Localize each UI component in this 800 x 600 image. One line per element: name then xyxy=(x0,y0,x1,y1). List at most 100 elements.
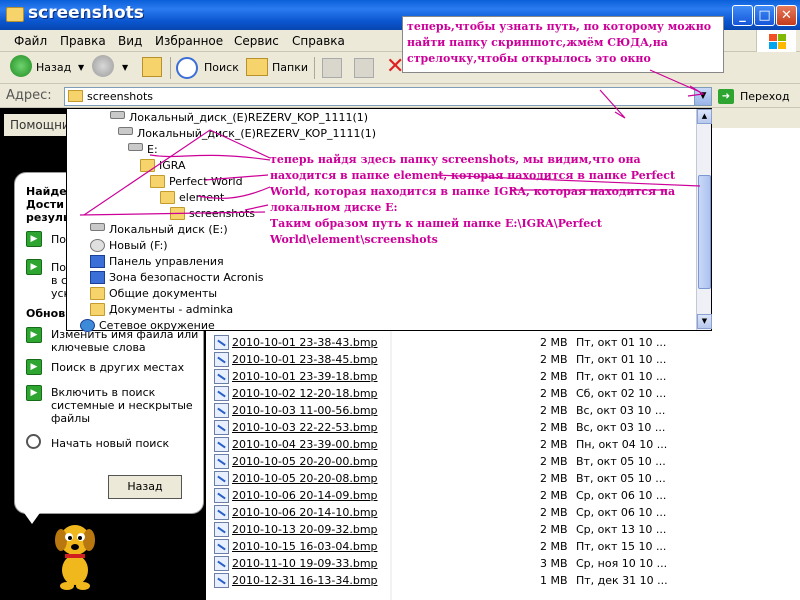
search-dog-icon[interactable] xyxy=(52,518,98,590)
folders-button[interactable]: Папки xyxy=(272,56,308,80)
file-row[interactable]: 2010-10-05 20-20-00.bmp 2 МВ Вт, окт 05 10… xyxy=(214,453,774,470)
file-name[interactable]: 2010-10-13 20-09-32.bmp xyxy=(232,523,378,536)
folder-icon xyxy=(6,7,24,22)
new-search-link[interactable]: Начать новый поиск xyxy=(51,437,169,450)
scroll-down-icon[interactable]: ▼ xyxy=(697,314,712,329)
dropdown-scrollbar[interactable]: ▲ ▼ xyxy=(696,109,712,330)
file-name[interactable]: 2010-12-31 16-13-34.bmp xyxy=(232,574,378,587)
file-row[interactable]: 2010-10-01 23-38-45.bmp 2 МВ Пт, окт 01 10… xyxy=(214,351,774,368)
dropdown-item[interactable]: Локальный диск (E:) xyxy=(109,222,228,237)
scroll-thumb[interactable] xyxy=(698,175,711,289)
search-icon[interactable] xyxy=(176,57,198,79)
back-dropdown-icon[interactable]: ▼ xyxy=(78,56,84,80)
file-name[interactable]: 2010-10-06 20-14-09.bmp xyxy=(232,489,378,502)
arrow-icon[interactable]: ▶ xyxy=(26,359,42,375)
file-name[interactable]: 2010-10-15 16-03-04.bmp xyxy=(232,540,378,553)
file-row[interactable]: 2010-10-05 20-20-08.bmp 2 МВ Вт, окт 05 10… xyxy=(214,470,774,487)
dropdown-item[interactable]: screenshots xyxy=(189,206,255,221)
menu-view[interactable]: Вид xyxy=(118,34,142,48)
rename-link-line2: ключевые слова xyxy=(51,341,146,354)
file-row[interactable]: 2010-10-01 23-38-43.bmp 2 МВ Пт, окт 01 10… xyxy=(214,334,774,351)
arrow-icon[interactable]: ▶ xyxy=(26,231,42,247)
results-link-2[interactable]: По xyxy=(51,261,66,274)
forward-arrow-icon[interactable] xyxy=(92,55,114,77)
dropdown-item[interactable]: Локальный_диск_(E)REZERV_KOP_1111(1) xyxy=(137,126,376,141)
file-name[interactable]: 2010-10-04 23-39-00.bmp xyxy=(232,438,378,451)
results-link-1[interactable]: По xyxy=(51,233,66,246)
file-row[interactable]: 2010-10-06 20-14-10.bmp 2 МВ Ср, окт 06 10… xyxy=(214,504,774,521)
file-row[interactable]: 2010-12-31 16-13-34.bmp 1 МВ Пт, дек 31 10… xyxy=(214,572,774,589)
minimize-button[interactable]: _ xyxy=(732,5,753,26)
search-button[interactable]: Поиск xyxy=(204,56,239,80)
dropdown-item[interactable]: Документы - adminka xyxy=(109,302,233,317)
folder-icon xyxy=(90,287,105,300)
move-to-icon[interactable] xyxy=(322,58,342,78)
file-row[interactable]: 2010-10-06 20-14-09.bmp 2 МВ Ср, окт 06 10… xyxy=(214,487,774,504)
arrow-icon[interactable]: ▶ xyxy=(26,385,42,401)
menu-file[interactable]: Файл xyxy=(14,34,47,48)
file-name[interactable]: 2010-10-05 20-20-00.bmp xyxy=(232,455,378,468)
file-row[interactable]: 2010-11-10 19-09-33.bmp 3 МВ Ср, ноя 10 10… xyxy=(214,555,774,572)
file-row[interactable]: 2010-10-15 16-03-04.bmp 2 МВ Пт, окт 15 10… xyxy=(214,538,774,555)
back-pane-button[interactable]: Назад xyxy=(108,475,182,499)
bitmap-file-icon xyxy=(214,369,229,384)
back-button[interactable]: Назад xyxy=(36,56,71,80)
file-date: Вт, окт 05 10 ... xyxy=(576,455,666,468)
dropdown-item[interactable]: Новый (F:) xyxy=(109,238,168,253)
file-name[interactable]: 2010-10-02 12-20-18.bmp xyxy=(232,387,378,400)
file-row[interactable]: 2010-10-04 23-39-00.bmp 2 МВ Пн, окт 04 10… xyxy=(214,436,774,453)
up-folder-icon[interactable] xyxy=(142,57,162,77)
file-row[interactable]: 2010-10-03 22-22-53.bmp 2 МВ Вс, окт 03 10… xyxy=(214,419,774,436)
arrow-icon[interactable]: ▶ xyxy=(26,327,42,343)
dropdown-item[interactable]: Зона безопасности Acronis xyxy=(109,270,264,285)
file-name[interactable]: 2010-10-03 22-22-53.bmp xyxy=(232,421,378,434)
maximize-button[interactable]: □ xyxy=(754,5,775,26)
dropdown-item[interactable]: Панель управления xyxy=(109,254,224,269)
file-date: Ср, ноя 10 10 ... xyxy=(576,557,668,570)
folders-icon[interactable] xyxy=(246,58,268,76)
dropdown-item[interactable]: Общие документы xyxy=(109,286,217,301)
bitmap-file-icon xyxy=(214,437,229,452)
address-dropdown-arrow[interactable]: ▼ xyxy=(694,88,711,105)
menu-edit[interactable]: Правка xyxy=(60,34,106,48)
file-date: Вт, окт 05 10 ... xyxy=(576,472,666,485)
bitmap-file-icon xyxy=(214,386,229,401)
file-name[interactable]: 2010-10-01 23-38-45.bmp xyxy=(232,353,378,366)
address-input[interactable]: screenshots ▼ xyxy=(64,87,712,106)
scroll-up-icon[interactable]: ▲ xyxy=(697,109,712,124)
menu-tools[interactable]: Сервис xyxy=(234,34,279,48)
file-date: Вс, окт 03 10 ... xyxy=(576,404,666,417)
menu-help[interactable]: Справка xyxy=(292,34,345,48)
file-name[interactable]: 2010-11-10 19-09-33.bmp xyxy=(232,557,378,570)
folder-icon xyxy=(90,303,105,316)
file-name[interactable]: 2010-10-01 23-39-18.bmp xyxy=(232,370,378,383)
file-date: Ср, окт 06 10 ... xyxy=(576,506,667,519)
include-system-link[interactable]: Включить в поиск xyxy=(51,386,155,399)
go-arrow-icon[interactable]: ➜ xyxy=(718,89,734,104)
file-row[interactable]: 2010-10-02 12-20-18.bmp 2 МВ Сб, окт 02 10… xyxy=(214,385,774,402)
file-name[interactable]: 2010-10-05 20-20-08.bmp xyxy=(232,472,378,485)
file-row[interactable]: 2010-10-01 23-39-18.bmp 2 МВ Пт, окт 01 10… xyxy=(214,368,774,385)
file-name[interactable]: 2010-10-03 11-00-56.bmp xyxy=(232,404,378,417)
acronis-icon xyxy=(90,271,105,284)
control-panel-icon xyxy=(90,255,105,268)
file-row[interactable]: 2010-10-13 20-09-32.bmp 2 МВ Ср, окт 13 10… xyxy=(214,521,774,538)
other-places-link[interactable]: Поиск в других местах xyxy=(51,361,184,374)
file-name[interactable]: 2010-10-06 20-14-10.bmp xyxy=(232,506,378,519)
forward-dropdown-icon[interactable]: ▼ xyxy=(122,56,128,80)
menu-favorites[interactable]: Избранное xyxy=(155,34,223,48)
dropdown-item[interactable]: Сетевое окружение xyxy=(99,318,215,333)
file-row[interactable]: 2010-10-03 11-00-56.bmp 2 МВ Вс, окт 03 10… xyxy=(214,402,774,419)
close-button[interactable]: ✕ xyxy=(776,5,797,26)
dropdown-item[interactable]: IGRA xyxy=(159,158,186,173)
dropdown-item[interactable]: element xyxy=(179,190,224,205)
dropdown-item[interactable]: Локальный_диск_(E)REZERV_KOP_1111(1) xyxy=(129,110,368,125)
back-arrow-icon[interactable] xyxy=(10,55,32,77)
go-button[interactable]: Переход xyxy=(740,90,790,103)
file-name[interactable]: 2010-10-01 23-38-43.bmp xyxy=(232,336,378,349)
dropdown-item[interactable]: Perfect World xyxy=(169,174,243,189)
bitmap-file-icon xyxy=(214,573,229,588)
copy-to-icon[interactable] xyxy=(354,58,374,78)
dropdown-item[interactable]: E: xyxy=(147,142,158,157)
arrow-icon[interactable]: ▶ xyxy=(26,259,42,275)
